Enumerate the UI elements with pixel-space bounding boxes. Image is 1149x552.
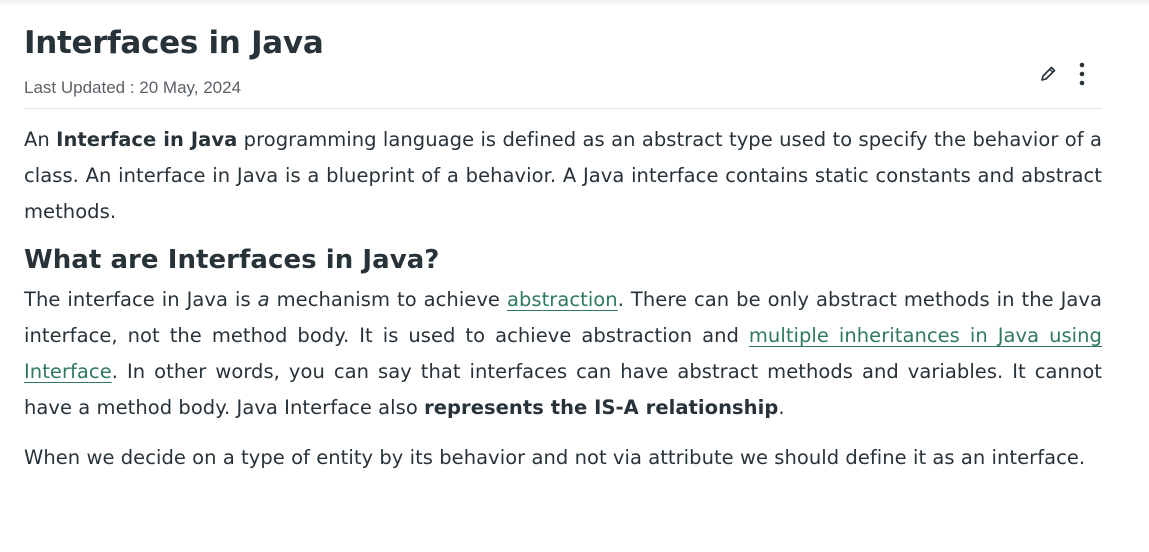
intro-paragraph: An Interface in Java programming languag… [24,122,1102,230]
article-actions [1036,60,1094,88]
section-heading: What are Interfaces in Java? [24,245,440,275]
text-span: An [24,128,57,151]
text-span: mechanism to achieve [269,288,507,311]
text-span: . [778,396,785,419]
vertical-dots-icon[interactable] [1070,60,1094,88]
definition-paragraph: The interface in Java is a mechanism to … [24,282,1102,426]
article: Interfaces in Java Last Updated : 20 May… [24,0,1102,476]
closing-paragraph: When we decide on a type of entity by it… [24,446,1086,469]
bold-term: Interface in Java [56,128,238,151]
pencil-icon[interactable] [1036,60,1060,88]
abstraction-link[interactable]: abstraction [507,288,618,311]
bold-phrase: represents the IS-A relationship [424,396,779,419]
italic-word: a [257,288,270,311]
text-span: The interface in Java is [24,288,258,311]
last-updated: Last Updated : 20 May, 2024 [24,78,242,97]
page-title: Interfaces in Java [24,25,324,61]
article-content: An Interface in Java programming languag… [24,109,1102,476]
article-header: Interfaces in Java Last Updated : 20 May… [24,0,1102,109]
